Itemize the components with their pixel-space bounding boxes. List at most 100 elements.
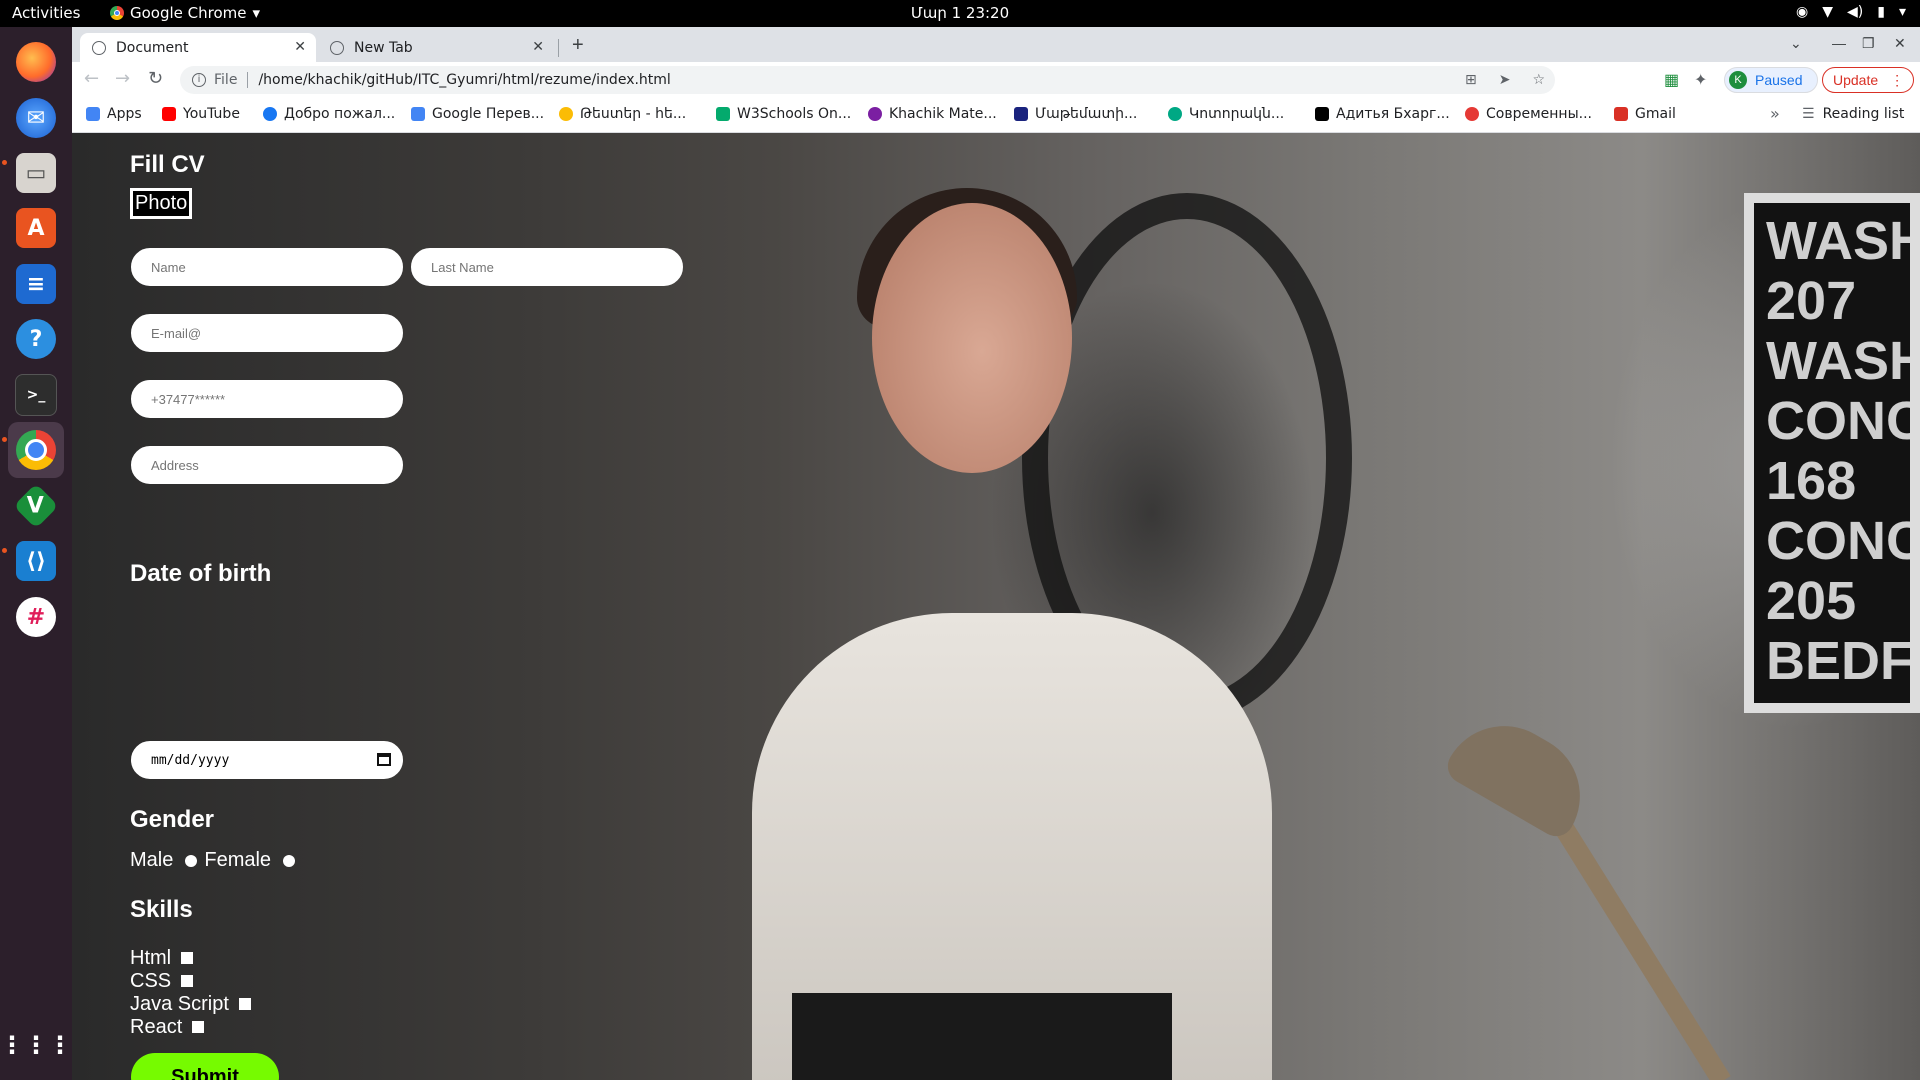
omnibox-actions: ⊞ ➤ ☆ bbox=[1465, 72, 1545, 88]
bookmark-label: Добро пожал... bbox=[284, 106, 396, 122]
chrome-icon bbox=[16, 430, 56, 470]
profile-status: Paused bbox=[1755, 72, 1803, 88]
gender-heading: Gender bbox=[130, 806, 215, 833]
calendar-icon[interactable] bbox=[377, 753, 391, 766]
activities-button[interactable]: Activities bbox=[12, 4, 80, 22]
skill-css: CSS bbox=[130, 970, 194, 992]
bookmark-label: Современны... bbox=[1486, 106, 1592, 122]
profile-button[interactable]: K Paused bbox=[1724, 67, 1818, 93]
gender-options: Male Female bbox=[130, 849, 302, 872]
globe-icon bbox=[92, 40, 106, 55]
dock-writer[interactable]: ≡ bbox=[8, 256, 64, 312]
browser-toolbar: ← → ↻ i File /home/khachik/gitHub/ITC_Gy… bbox=[72, 62, 1920, 98]
minimize-button[interactable]: — bbox=[1832, 35, 1846, 51]
site-icon bbox=[1014, 107, 1028, 121]
gmail-icon bbox=[1614, 107, 1628, 121]
date-of-birth-heading: Date of birth bbox=[130, 560, 272, 587]
app-menu[interactable]: Google Chrome ▾ bbox=[110, 4, 260, 22]
close-window-button[interactable]: ✕ bbox=[1894, 35, 1906, 52]
phone-input[interactable]: +37477****** bbox=[131, 380, 403, 418]
bookmark-youtube[interactable]: YouTube bbox=[162, 106, 240, 122]
skill-checkbox-css[interactable] bbox=[181, 975, 194, 987]
photo-upload-button[interactable]: Photo bbox=[130, 188, 193, 219]
tab-search-icon[interactable]: ⌄ bbox=[1790, 35, 1802, 52]
bookmark-w3schools[interactable]: W3Schools On... bbox=[716, 106, 851, 122]
dock-files[interactable]: ▭ bbox=[8, 145, 64, 201]
dock-vim[interactable]: V bbox=[8, 478, 64, 534]
power-menu-icon[interactable]: ▾ bbox=[1899, 4, 1906, 20]
dock-terminal[interactable]: >_ bbox=[8, 367, 64, 423]
close-icon[interactable]: ✕ bbox=[294, 39, 306, 55]
reading-list-button[interactable]: ☰ Reading list bbox=[1802, 106, 1904, 122]
site-icon bbox=[868, 107, 882, 121]
dock-thunderbird[interactable]: ✉ bbox=[8, 90, 64, 146]
gender-radio-male[interactable] bbox=[185, 854, 198, 867]
bookmark-gmail[interactable]: Gmail bbox=[1614, 106, 1676, 122]
info-icon[interactable]: i bbox=[192, 73, 206, 87]
reading-list-label: Reading list bbox=[1822, 106, 1905, 122]
software-center-icon: A bbox=[16, 208, 56, 248]
submit-button[interactable]: Submit bbox=[131, 1053, 279, 1080]
email-input[interactable]: E-mail@ bbox=[131, 314, 403, 352]
wifi-icon[interactable]: ▼ bbox=[1822, 4, 1833, 20]
clock[interactable]: Մար 1 23:20 bbox=[0, 4, 1920, 22]
star-icon[interactable]: ☆ bbox=[1532, 72, 1545, 88]
bookmark-label: Կոտորակն... bbox=[1189, 106, 1285, 122]
restore-button[interactable]: ❐ bbox=[1862, 35, 1875, 52]
bookmark-fractions[interactable]: Կոտորակն... bbox=[1168, 106, 1284, 122]
name-input[interactable]: Name bbox=[131, 248, 403, 286]
tab-title: Document bbox=[116, 39, 189, 56]
bookmark-khachik[interactable]: Khachik Mate... bbox=[868, 106, 997, 122]
dock-chrome[interactable] bbox=[8, 422, 64, 478]
bookmark-label: YouTube bbox=[183, 106, 240, 122]
background-poster: WASH 207 WASH CONCO 168 CONCO 205 BEDFO bbox=[1744, 193, 1920, 713]
thunderbird-icon: ✉ bbox=[16, 98, 56, 138]
new-tab-button[interactable]: + bbox=[572, 34, 584, 57]
app-menu-label: Google Chrome bbox=[130, 4, 247, 22]
date-of-birth-input[interactable]: mm/dd/yyyy bbox=[131, 741, 403, 779]
dock-vscode[interactable]: ⟨⟩ bbox=[8, 533, 64, 589]
address-bar[interactable]: i File /home/khachik/gitHub/ITC_Gyumri/h… bbox=[180, 66, 1555, 94]
close-icon[interactable]: ✕ bbox=[532, 39, 544, 55]
dock-help[interactable]: ? bbox=[8, 311, 64, 367]
send-icon[interactable]: ➤ bbox=[1499, 72, 1511, 88]
dock-slack[interactable]: # bbox=[8, 589, 64, 645]
extension-icon[interactable]: ▦ bbox=[1664, 70, 1679, 90]
back-button[interactable]: ← bbox=[84, 68, 99, 89]
last-name-input[interactable]: Last Name bbox=[411, 248, 683, 286]
system-top-bar: Activities Google Chrome ▾ Մար 1 23:20 ◉… bbox=[0, 0, 1920, 27]
dock: ✉ ▭ A ≡ ? >_ V ⟨⟩ # ⋮⋮⋮ bbox=[0, 27, 72, 1080]
vscode-icon: ⟨⟩ bbox=[16, 541, 56, 581]
reload-button[interactable]: ↻ bbox=[148, 68, 163, 89]
bookmark-math[interactable]: Մաթեմատի... bbox=[1014, 106, 1137, 122]
address-input[interactable]: Address bbox=[131, 446, 403, 484]
forward-button[interactable]: → bbox=[115, 68, 130, 89]
dock-firefox[interactable] bbox=[8, 34, 64, 90]
tab-document[interactable]: Document ✕ bbox=[80, 33, 316, 62]
dock-software[interactable]: A bbox=[8, 200, 64, 256]
bookmark-tests[interactable]: Թեստեր - հե... bbox=[559, 106, 686, 122]
show-applications[interactable]: ⋮⋮⋮ bbox=[0, 1017, 72, 1073]
puzzle-icon[interactable]: ✦ bbox=[1694, 70, 1707, 90]
chrome-status-icon[interactable]: ◉ bbox=[1796, 4, 1808, 20]
bookmark-google-translate[interactable]: Google Перев... bbox=[411, 106, 544, 122]
system-tray[interactable]: ◉ ▼ ◀) ▮ ▾ bbox=[1796, 4, 1906, 20]
skill-checkbox-html[interactable] bbox=[181, 952, 194, 964]
skill-checkbox-javascript[interactable] bbox=[238, 998, 251, 1010]
bookmark-aditya[interactable]: Адитья Бхарг... bbox=[1315, 106, 1450, 122]
update-button[interactable]: Update ⋮ bbox=[1822, 67, 1914, 93]
tab-new-tab[interactable]: New Tab ✕ bbox=[318, 33, 554, 62]
bookmark-apps[interactable]: Apps bbox=[86, 106, 142, 122]
translate-icon[interactable]: ⊞ bbox=[1465, 72, 1477, 88]
bookmark-modern[interactable]: Современны... bbox=[1465, 106, 1592, 122]
bookmark-facebook[interactable]: Добро пожал... bbox=[263, 106, 395, 122]
more-bookmarks-icon[interactable]: » bbox=[1770, 104, 1780, 123]
skill-react: React bbox=[130, 1016, 205, 1038]
volume-icon[interactable]: ◀) bbox=[1847, 4, 1863, 20]
url-text: /home/khachik/gitHub/ITC_Gyumri/html/rez… bbox=[258, 72, 671, 88]
gender-radio-female[interactable] bbox=[283, 854, 296, 867]
site-icon bbox=[1168, 107, 1182, 121]
battery-icon[interactable]: ▮ bbox=[1877, 4, 1885, 20]
date-value: mm/dd/yyyy bbox=[151, 752, 230, 768]
skill-checkbox-react[interactable] bbox=[192, 1021, 205, 1033]
